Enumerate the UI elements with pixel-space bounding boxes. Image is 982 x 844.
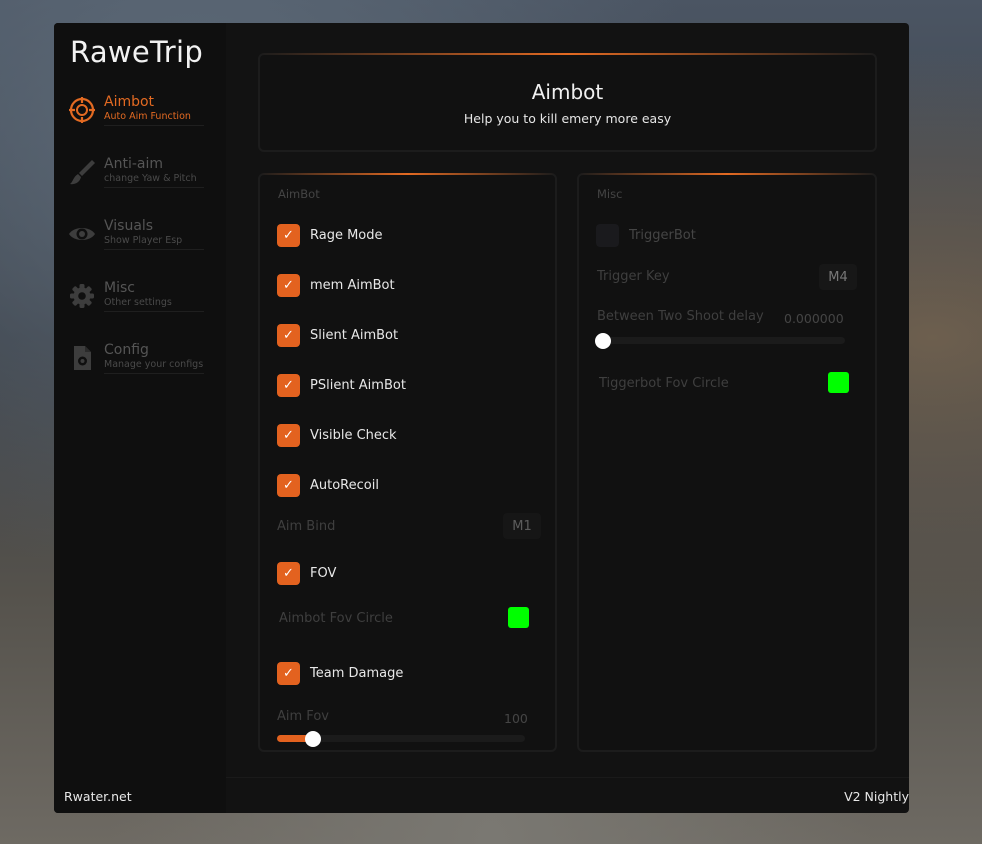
aim-bind-key-button[interactable]: M1 bbox=[503, 513, 541, 539]
rage-mode-checkbox[interactable]: ✓ Rage Mode bbox=[277, 224, 537, 248]
pslient-aimbot-checkbox[interactable]: ✓ PSlient AimBot bbox=[277, 374, 537, 398]
checkbox-box[interactable]: ✓ bbox=[277, 224, 300, 247]
checkbox-box[interactable]: ✓ bbox=[277, 324, 300, 347]
divider bbox=[104, 125, 204, 126]
sidebar-item-visuals[interactable]: Visuals Show Player Esp bbox=[66, 218, 206, 270]
sidebar-item-aimbot[interactable]: Aimbot Auto Aim Function bbox=[66, 94, 206, 146]
checkbox-label: AutoRecoil bbox=[310, 478, 379, 493]
team-damage-checkbox[interactable]: ✓ Team Damage bbox=[277, 662, 537, 686]
checkbox-label: mem AimBot bbox=[310, 278, 395, 293]
footer-site: Rwater.net bbox=[64, 789, 132, 804]
page-title: Aimbot bbox=[531, 80, 604, 104]
checkbox-label: Visible Check bbox=[310, 428, 397, 443]
gear-icon bbox=[68, 282, 96, 310]
checkbox-label: FOV bbox=[310, 566, 337, 581]
header-panel: Aimbot Help you to kill emery more easy bbox=[258, 53, 877, 152]
divider bbox=[104, 373, 204, 374]
sidebar-item-sub: Show Player Esp bbox=[104, 235, 183, 246]
fov-checkbox[interactable]: ✓ FOV bbox=[277, 562, 537, 586]
sidebar-item-label: Misc bbox=[104, 280, 135, 296]
sidebar-item-sub: Manage your configs bbox=[104, 359, 204, 370]
visible-check-checkbox[interactable]: ✓ Visible Check bbox=[277, 424, 537, 448]
checkbox-label: Team Damage bbox=[310, 666, 404, 681]
check-icon: ✓ bbox=[283, 278, 294, 293]
divider bbox=[104, 311, 204, 312]
sidebar-item-label: Aimbot bbox=[104, 94, 155, 110]
main-window: RaweTrip Aimbot Auto Aim Function Anti-a… bbox=[54, 23, 909, 813]
footer-version: V2 Nightly bbox=[844, 789, 909, 804]
check-icon: ✓ bbox=[283, 566, 294, 581]
checkbox-box[interactable]: ✓ bbox=[277, 274, 300, 297]
checkbox-label: Rage Mode bbox=[310, 228, 383, 243]
panel-accent-line bbox=[579, 173, 875, 175]
checkbox-box[interactable]: ✓ bbox=[277, 662, 300, 685]
app-logo: RaweTrip bbox=[70, 35, 204, 69]
sidebar-item-sub: Auto Aim Function bbox=[104, 111, 191, 122]
section-title: Misc bbox=[597, 187, 623, 201]
aim-bind-label: Aim Bind bbox=[277, 519, 336, 534]
section-title: AimBot bbox=[278, 187, 320, 201]
shoot-delay-slider[interactable] bbox=[595, 333, 845, 349]
misc-panel: Misc TriggerBot Trigger Key M4 Between T… bbox=[577, 173, 877, 752]
slider-handle[interactable] bbox=[305, 731, 321, 747]
sidebar-item-misc[interactable]: Misc Other settings bbox=[66, 280, 206, 332]
triggerbot-fov-circle-color-picker[interactable] bbox=[828, 372, 849, 393]
trigger-key-label: Trigger Key bbox=[597, 269, 670, 284]
brush-icon bbox=[68, 158, 96, 186]
aimbot-fov-circle-label: Aimbot Fov Circle bbox=[279, 611, 393, 626]
checkbox-label: PSlient AimBot bbox=[310, 378, 406, 393]
check-icon: ✓ bbox=[283, 328, 294, 343]
checkbox-box[interactable] bbox=[596, 224, 619, 247]
panel-accent-line bbox=[260, 173, 555, 175]
mem-aimbot-checkbox[interactable]: ✓ mem AimBot bbox=[277, 274, 537, 298]
shoot-delay-label: Between Two Shoot delay bbox=[597, 309, 764, 324]
triggerbot-checkbox[interactable]: TriggerBot bbox=[596, 224, 856, 248]
slider-handle[interactable] bbox=[595, 333, 611, 349]
check-icon: ✓ bbox=[283, 428, 294, 443]
sidebar-item-config[interactable]: Config Manage your configs bbox=[66, 342, 206, 394]
shoot-delay-value: 0.000000 bbox=[784, 311, 844, 326]
divider bbox=[104, 249, 204, 250]
sidebar: RaweTrip Aimbot Auto Aim Function Anti-a… bbox=[54, 23, 226, 813]
eye-icon bbox=[68, 220, 96, 248]
sidebar-item-anti-aim[interactable]: Anti-aim change Yaw & Pitch bbox=[66, 156, 206, 208]
checkbox-box[interactable]: ✓ bbox=[277, 424, 300, 447]
checkbox-box[interactable]: ✓ bbox=[277, 562, 300, 585]
check-icon: ✓ bbox=[283, 228, 294, 243]
autorecoil-checkbox[interactable]: ✓ AutoRecoil bbox=[277, 474, 537, 498]
sidebar-item-label: Config bbox=[104, 342, 149, 358]
aim-fov-label: Aim Fov bbox=[277, 709, 329, 724]
sidebar-item-sub: change Yaw & Pitch bbox=[104, 173, 197, 184]
aim-fov-value: 100 bbox=[504, 711, 528, 726]
triggerbot-fov-circle-label: Tiggerbot Fov Circle bbox=[599, 376, 729, 391]
panel-accent-line bbox=[260, 53, 875, 55]
trigger-key-button[interactable]: M4 bbox=[819, 264, 857, 290]
aim-fov-slider[interactable] bbox=[277, 731, 525, 747]
checkbox-label: Slient AimBot bbox=[310, 328, 399, 343]
divider bbox=[226, 777, 909, 778]
sidebar-item-sub: Other settings bbox=[104, 297, 172, 308]
check-icon: ✓ bbox=[283, 478, 294, 493]
page-subtitle: Help you to kill emery more easy bbox=[463, 111, 672, 126]
slient-aimbot-checkbox[interactable]: ✓ Slient AimBot bbox=[277, 324, 537, 348]
checkbox-label: TriggerBot bbox=[629, 228, 696, 243]
crosshair-icon bbox=[68, 96, 96, 124]
aimbot-panel: AimBot ✓ Rage Mode ✓ mem AimBot ✓ Slient… bbox=[258, 173, 557, 752]
divider bbox=[104, 187, 204, 188]
aimbot-fov-circle-color-picker[interactable] bbox=[508, 607, 529, 628]
sidebar-item-label: Anti-aim bbox=[104, 156, 163, 172]
sidebar-item-label: Visuals bbox=[104, 218, 154, 234]
config-file-icon bbox=[68, 344, 96, 372]
check-icon: ✓ bbox=[283, 378, 294, 393]
checkbox-box[interactable]: ✓ bbox=[277, 374, 300, 397]
check-icon: ✓ bbox=[283, 666, 294, 681]
checkbox-box[interactable]: ✓ bbox=[277, 474, 300, 497]
